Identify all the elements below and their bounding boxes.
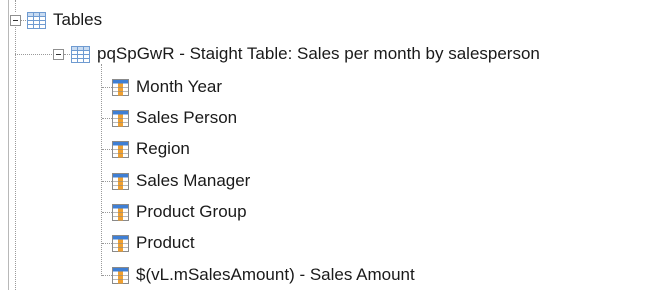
field-connector-h [102,87,112,88]
table-connector-h2 [64,54,70,55]
tree-node-label: Region [136,139,190,158]
table-grid-icon [71,45,90,63]
table-column-icon [112,266,129,284]
tree-node-label: Month Year [136,77,223,96]
tree-node-field-region[interactable]: Region [112,137,190,161]
root-connector-down [15,27,16,290]
tree-node-label: Tables [53,10,103,29]
table-connector-h [15,54,56,55]
table-column-icon [112,203,129,221]
tree-node-field-month-year[interactable]: Month Year [112,75,222,99]
field-connector-h [102,149,112,150]
table-column-icon [112,234,129,252]
tree-node-field-product-group[interactable]: Product Group [112,200,247,224]
tree-node-label: $(vL.mSalesAmount) - Sales Amount [136,265,415,284]
collapse-table-toggle[interactable] [53,49,64,60]
fields-connector-v [101,64,102,276]
table-column-icon [112,78,129,96]
tree-node-field-sales-person[interactable]: Sales Person [112,106,237,130]
tree-node-label: Product Group [136,202,247,221]
tree-node-table[interactable]: pqSpGwR - Staight Table: Sales per month… [71,42,540,66]
tree-node-label: Sales Manager [136,171,251,190]
tree-node-label: Sales Person [136,108,238,127]
tree-left-border [8,0,9,290]
tree-node-label: pqSpGwR - Staight Table: Sales per month… [97,44,540,63]
table-column-icon [112,109,129,127]
field-connector-h [102,275,112,276]
table-column-icon [112,172,129,190]
table-column-icon [112,140,129,158]
field-connector-h [102,243,112,244]
tree-node-label: Product [136,233,195,252]
field-connector-h [102,181,112,182]
tables-tree-view: Tables pqSpGwR - Staight Table: Sales pe… [0,0,660,290]
root-connector-up [15,0,16,12]
table-grid-icon [27,11,46,29]
tree-node-field-sales-amount[interactable]: $(vL.mSalesAmount) - Sales Amount [112,263,415,287]
tree-node-field-sales-manager[interactable]: Sales Manager [112,169,250,193]
field-connector-h [102,212,112,213]
tree-node-field-product[interactable]: Product [112,231,195,255]
tree-node-tables[interactable]: Tables [27,8,102,32]
field-connector-h [102,118,112,119]
collapse-tables-toggle[interactable] [10,15,21,26]
